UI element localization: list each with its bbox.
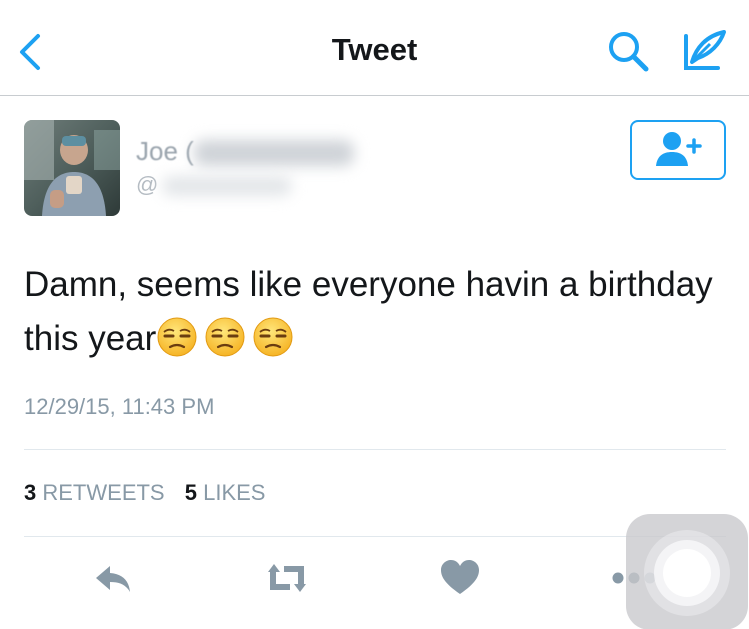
tweet-text-block: Damn, seems like everyone havin a birthd… (24, 258, 724, 366)
retweets-stat[interactable]: 3 RETWEETS (24, 480, 165, 505)
retweet-icon (268, 564, 306, 592)
author-name: Joe ( (136, 136, 194, 166)
unamused-face-icon (253, 317, 293, 357)
assistive-touch-core (663, 549, 711, 597)
divider (24, 536, 726, 537)
follow-button[interactable] (630, 120, 726, 180)
nav-bar: Tweet (0, 0, 749, 96)
author-name-area[interactable]: Joe ( (136, 136, 366, 170)
likes-label: LIKES (203, 480, 266, 505)
like-button[interactable] (438, 558, 482, 598)
author-handle: @ (136, 172, 159, 197)
retweets-label: RETWEETS (42, 480, 165, 505)
add-user-icon (656, 132, 702, 166)
avatar[interactable] (24, 120, 120, 216)
assistive-touch-button[interactable] (626, 514, 748, 629)
tweet-timestamp: 12/29/15, 11:43 PM (24, 394, 215, 419)
search-button[interactable] (604, 28, 656, 76)
emoji-group (156, 316, 294, 358)
retweets-count: 3 (24, 480, 37, 505)
avatar-photo (24, 120, 120, 216)
compose-button[interactable] (680, 26, 730, 74)
retweet-button[interactable] (262, 558, 312, 598)
likes-count: 5 (184, 480, 197, 505)
redaction-blur (194, 140, 354, 166)
tweet-stats: 3 RETWEETS 5 LIKES (24, 480, 279, 506)
heart-icon (441, 560, 479, 594)
compose-icon (684, 30, 726, 70)
likes-stat[interactable]: 5 LIKES (185, 480, 266, 505)
tweet-text: Damn, seems like everyone havin a birthd… (24, 265, 713, 358)
unamused-face-icon (157, 317, 197, 357)
redaction-blur (162, 176, 292, 196)
reply-button[interactable] (90, 558, 136, 598)
author-handle-area: @ (136, 172, 316, 200)
unamused-face-icon (205, 317, 245, 357)
search-icon (609, 32, 649, 72)
divider (24, 449, 726, 450)
reply-icon (96, 566, 130, 592)
